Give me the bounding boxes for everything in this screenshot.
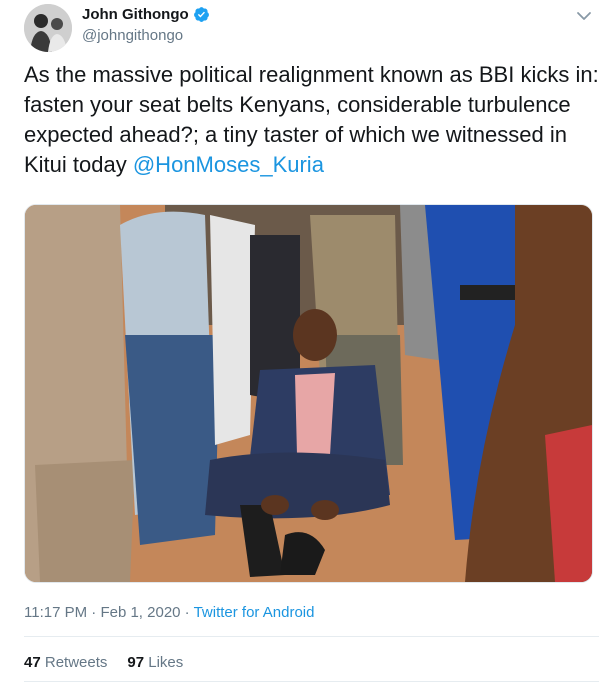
profile-photo-icon <box>24 4 72 52</box>
tweet-photo[interactable] <box>24 204 593 583</box>
crowd-photo-illustration <box>25 205 592 582</box>
likes-count: 97 <box>127 654 145 671</box>
divider <box>24 681 599 682</box>
retweets-stat[interactable]: 47 Retweets <box>24 654 107 671</box>
tweet-text: As the massive political realignment kno… <box>24 60 599 180</box>
tweet-stats: 47 Retweets 97 Likes <box>24 654 203 671</box>
divider <box>24 636 599 637</box>
mention-link[interactable]: @HonMoses_Kuria <box>133 152 324 177</box>
chevron-down-icon[interactable] <box>574 6 594 26</box>
likes-label: Likes <box>148 654 184 671</box>
avatar[interactable] <box>24 4 72 52</box>
author-handle[interactable]: @johngithongo <box>82 27 183 44</box>
meta-separator: · <box>91 604 97 621</box>
tweet-source-link[interactable]: Twitter for Android <box>194 604 315 621</box>
author-name-row: John Githongo <box>82 6 210 23</box>
tweet-card: John Githongo @johngithongo As the massi… <box>0 0 615 684</box>
tweet-time[interactable]: 11:17 PM <box>24 604 87 621</box>
likes-stat[interactable]: 97 Likes <box>127 654 183 671</box>
verified-badge-icon <box>193 7 209 22</box>
meta-separator: · <box>184 604 190 621</box>
retweets-count: 47 <box>24 654 41 671</box>
tweet-meta: 11:17 PM · Feb 1, 2020 · Twitter for And… <box>24 604 314 621</box>
retweets-label: Retweets <box>44 654 108 671</box>
tweet-date[interactable]: Feb 1, 2020 <box>100 604 180 621</box>
display-name[interactable]: John Githongo <box>82 6 189 23</box>
